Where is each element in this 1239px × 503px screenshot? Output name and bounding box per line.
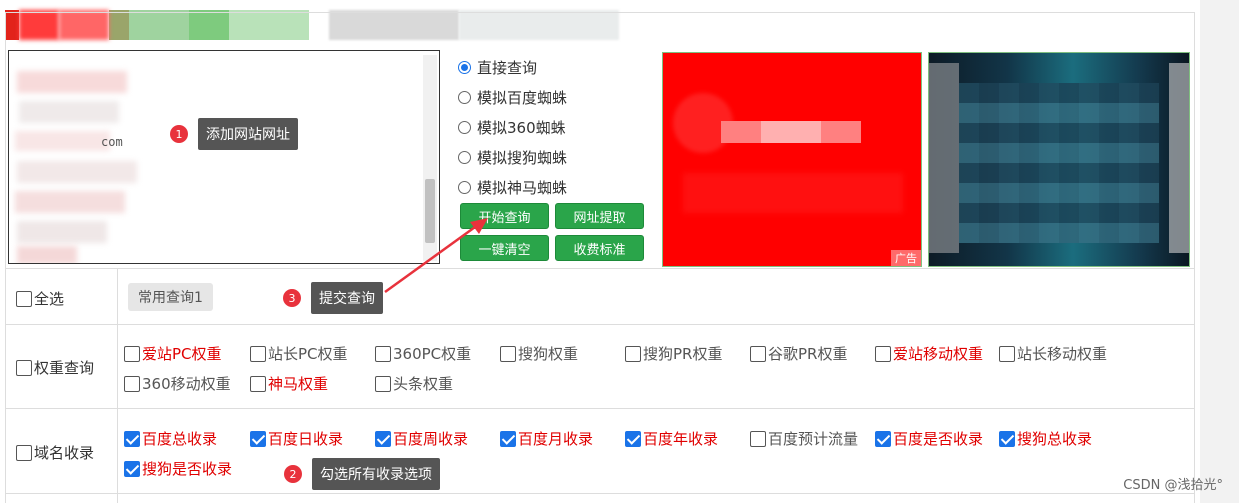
annotation-arrow [384,218,488,294]
annotation-3: 3 提交查询 [283,282,383,314]
annotation-text: 添加网站网址 [198,118,298,150]
annotation-text: 提交查询 [311,282,383,314]
annotation-2: 2 勾选所有收录选项 [284,458,440,490]
annotation-number: 1 [170,125,188,143]
annotation-1: 1 添加网站网址 [170,118,298,150]
watermark: CSDN @浅拾光° [1123,478,1223,493]
annotation-number: 2 [284,465,302,483]
annotation-text: 勾选所有收录选项 [312,458,440,490]
annotation-number: 3 [283,289,301,307]
